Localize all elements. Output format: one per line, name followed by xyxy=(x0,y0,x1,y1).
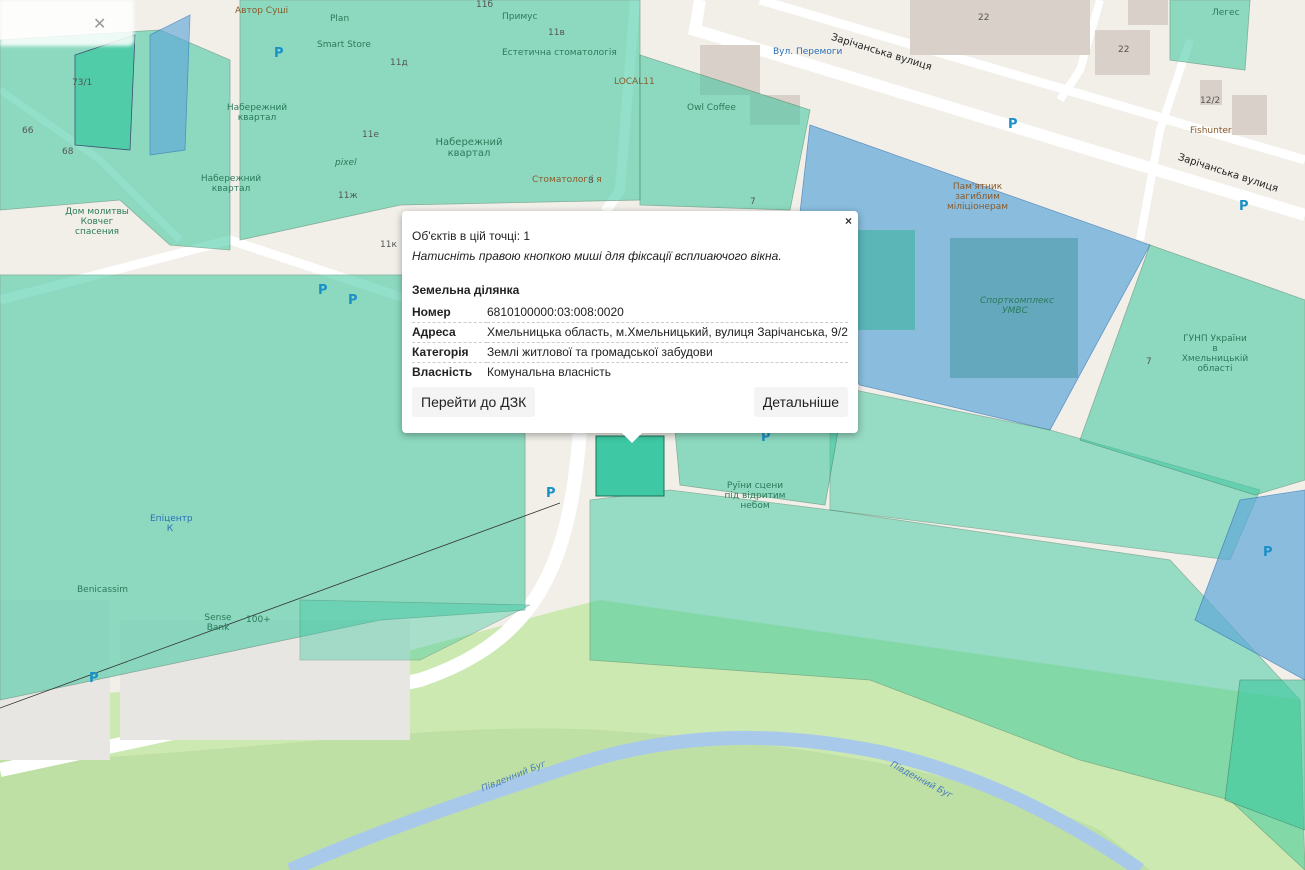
poi-label: Fishunter xyxy=(1190,126,1232,136)
poi-label: Benicassim xyxy=(77,585,129,595)
house-number: 66 xyxy=(22,126,34,136)
go-to-dzk-button[interactable]: Перейти до ДЗК xyxy=(412,387,536,417)
poi-label: Owl Coffee xyxy=(687,103,736,113)
poi-label: 100+ xyxy=(246,615,271,625)
attribute-key: Адреса xyxy=(412,322,487,343)
poi-label: Вул. Перемоги xyxy=(773,47,843,57)
building xyxy=(1232,95,1267,135)
parcel-attributes-table: Номер 6810100000:03:008:0020 Адреса Хмел… xyxy=(412,303,848,382)
poi-label: Дом молитвы Ковчег спасения xyxy=(65,207,129,237)
attribute-key: Категорія xyxy=(412,342,487,363)
poi-label: ГУНП України в Хмельницькій області xyxy=(1181,334,1249,374)
attribute-value: Землі житлової та громадської забудови xyxy=(487,342,848,363)
details-button[interactable]: Детальніше xyxy=(753,387,848,417)
search-box[interactable] xyxy=(0,0,134,46)
poi-label: Автор Суші xyxy=(235,6,289,16)
attribute-key: Власність xyxy=(412,365,473,379)
attribute-key: Номер xyxy=(412,303,487,323)
parking-icon: P xyxy=(1008,117,1018,132)
poi-label: Легес xyxy=(1212,8,1240,18)
poi-label: Plan xyxy=(330,14,350,24)
house-number: 22 xyxy=(978,13,990,23)
poi-label: Smart Store xyxy=(317,40,371,50)
house-number: 11ж xyxy=(338,191,358,201)
poi-label: Пам'ятник загиблим міліціонерам xyxy=(946,182,1009,212)
poi-label: Руїни сцени під відритим небом xyxy=(724,481,786,511)
house-number: 73/1 xyxy=(72,78,93,88)
popup-pointer xyxy=(622,433,642,443)
selected-parcel[interactable] xyxy=(595,435,665,497)
house-number: 68 xyxy=(62,147,74,157)
objects-count-text: Об'єктів в цій точці: 1 xyxy=(412,229,531,243)
table-row: Категорія Землі житлової та громадської … xyxy=(412,342,848,363)
house-number: 11д xyxy=(390,58,408,68)
attribute-value: 6810100000:03:008:0020 xyxy=(487,303,848,323)
house-number: 11в xyxy=(548,28,565,38)
house-number: 7 xyxy=(1146,357,1152,367)
section-title: Земельна ділянка xyxy=(412,283,520,297)
house-number: 12/2 xyxy=(1200,96,1221,106)
poi-label: Примус xyxy=(502,12,538,22)
poi-label: Спорткомплекс УМВС xyxy=(980,296,1054,316)
parking-icon: P xyxy=(89,671,99,686)
poi-label: Епіцентр К xyxy=(150,514,193,534)
parking-icon: P xyxy=(274,46,284,61)
poi-label: Набережний квартал xyxy=(200,174,262,194)
attribute-value: Комунальна власність xyxy=(487,365,612,379)
feature-info-popup[interactable]: × Об'єктів в цій точці: 1 Натисніть прав… xyxy=(402,211,858,443)
poi-label: pixel xyxy=(335,158,357,168)
poi-label: Набережний квартал xyxy=(435,137,503,159)
map-canvas[interactable] xyxy=(0,0,1305,870)
table-row: Адреса Хмельницька область, м.Хмельницьк… xyxy=(412,322,848,343)
clear-search-icon[interactable]: ✕ xyxy=(93,14,106,33)
house-number: 22 xyxy=(1118,45,1130,55)
poi-label: Sense Bank xyxy=(204,613,232,633)
building xyxy=(1128,0,1168,25)
parking-icon: P xyxy=(318,283,328,298)
parking-icon: P xyxy=(546,486,556,501)
house-number: 11к xyxy=(380,240,397,250)
house-number: 11б xyxy=(476,0,494,10)
poi-label: LOCAL11 xyxy=(614,77,655,87)
building xyxy=(910,0,1090,55)
poi-label: Естетична стоматологія xyxy=(502,48,617,58)
attribute-value: Хмельницька область, м.Хмельницький, вул… xyxy=(487,322,848,343)
parking-icon: P xyxy=(348,293,358,308)
parcel xyxy=(149,14,191,156)
house-number: 7 xyxy=(750,197,756,207)
parking-icon: P xyxy=(1263,545,1273,560)
parcel xyxy=(74,34,136,151)
close-icon[interactable]: × xyxy=(845,214,852,228)
table-row: Власність Комунальна власність xyxy=(412,363,848,383)
house-number: 11е xyxy=(362,130,379,140)
popup-hint-text: Натисніть правою кнопкою миші для фіксац… xyxy=(412,249,782,263)
parking-icon: P xyxy=(1239,199,1249,214)
poi-label: Набережний квартал xyxy=(226,103,288,123)
table-row: Номер 6810100000:03:008:0020 xyxy=(412,303,848,323)
house-number: 8 xyxy=(588,176,594,186)
